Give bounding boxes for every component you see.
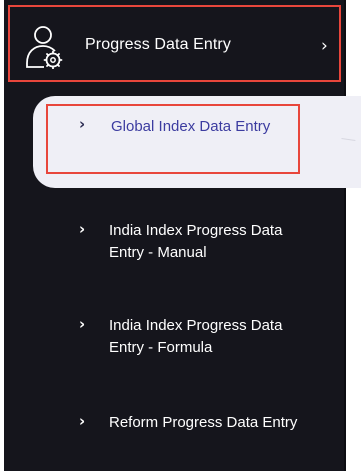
submenu-india-index-progress-formula[interactable]: › India Index Progress Data Entry - Form…: [70, 311, 320, 371]
chevron-right-icon: ›: [79, 412, 86, 430]
menu-progress-data-entry-label: Progress Data Entry: [85, 36, 231, 53]
chevron-right-icon: ›: [321, 36, 328, 56]
submenu-global-index-data-entry[interactable]: › Global Index Data Entry: [46, 104, 300, 174]
submenu-item-label: India Index Progress Data Entry - Manual: [109, 222, 283, 261]
chevron-right-icon: ›: [79, 220, 86, 238]
submenu-reform-progress-data-entry[interactable]: › Reform Progress Data Entry: [70, 408, 320, 468]
user-gear-icon: [26, 26, 63, 69]
submenu-item-label: Reform Progress Data Entry: [109, 414, 298, 431]
submenu-india-index-progress-manual[interactable]: › India Index Progress Data Entry - Manu…: [70, 216, 320, 276]
chevron-right-icon: ›: [79, 315, 86, 333]
sidebar: Progress Data Entry › › Global Index Dat…: [0, 0, 361, 471]
submenu-item-label: Global Index Data Entry: [111, 118, 271, 135]
submenu-item-label: India Index Progress Data Entry - Formul…: [109, 317, 283, 356]
chevron-right-icon: ›: [79, 115, 86, 133]
menu-progress-data-entry[interactable]: Progress Data Entry ›: [8, 5, 341, 82]
